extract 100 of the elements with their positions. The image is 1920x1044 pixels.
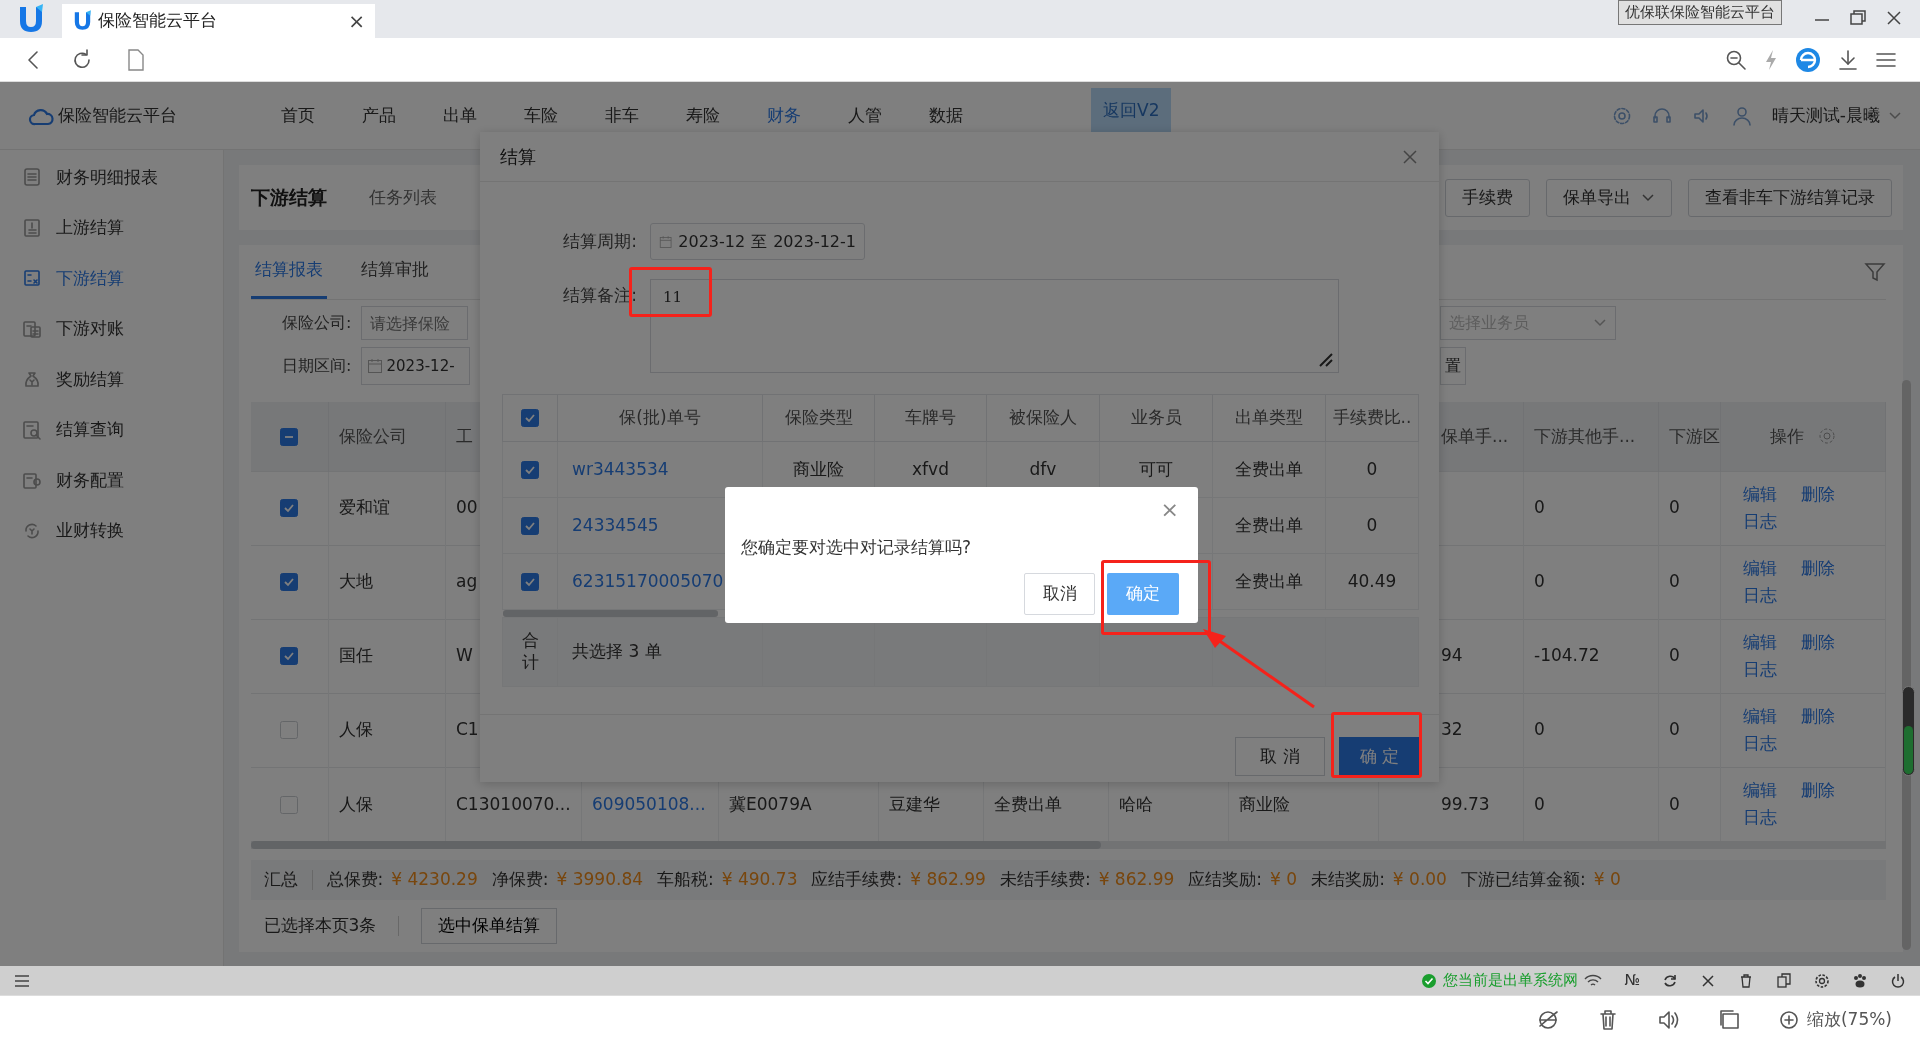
close-button[interactable]: ×: [1160, 499, 1179, 521]
nav-link[interactable]: 出单: [419, 102, 500, 129]
selection-count: 已选择本页3条: [263, 914, 377, 938]
trash-icon[interactable]: [1738, 972, 1754, 989]
close-icon[interactable]: [1700, 972, 1716, 989]
date-range-field[interactable]: 2023-12 至 2023-12-1: [650, 223, 865, 260]
checkbox[interactable]: [521, 409, 539, 428]
browser-mode-icon[interactable]: [1536, 1009, 1559, 1031]
sidebar-item[interactable]: 下游对账: [0, 303, 223, 354]
toolbar-button[interactable]: 保单导出: [1546, 178, 1672, 217]
restore-icon[interactable]: [1848, 8, 1868, 28]
scrollbar[interactable]: [502, 610, 718, 617]
checkbox[interactable]: [280, 427, 299, 446]
settle-selected-button[interactable]: 选中保单结算: [421, 908, 558, 944]
sidebar-item[interactable]: 上游结算: [0, 202, 223, 253]
toolbar-button[interactable]: 查看非车下游结算记录: [1688, 178, 1892, 217]
copy-icon[interactable]: [1776, 972, 1792, 989]
checkbox[interactable]: [280, 795, 299, 814]
date-range-field[interactable]: 2023-12-: [360, 347, 470, 385]
sidebar-item[interactable]: 财务配置: [0, 455, 223, 506]
nav-link[interactable]: 数据: [905, 102, 986, 129]
checkbox[interactable]: [280, 499, 299, 518]
nav-link[interactable]: 产品: [338, 102, 419, 129]
cancel-button[interactable]: 取 消: [1235, 737, 1325, 776]
sidebar-item[interactable]: 奖励结算: [0, 354, 223, 405]
checkbox[interactable]: [280, 721, 299, 740]
browser-logo-icon[interactable]: [1794, 45, 1822, 74]
sidebar-item[interactable]: 下游结算: [0, 253, 223, 304]
download-icon[interactable]: [1836, 47, 1860, 72]
edit-link[interactable]: 编辑: [1743, 554, 1777, 582]
edit-link[interactable]: 编辑: [1743, 480, 1777, 508]
log-link[interactable]: 日志: [1743, 656, 1777, 684]
ok-button[interactable]: 确定: [1107, 572, 1179, 615]
nav-link[interactable]: 寿险: [662, 102, 743, 129]
policy-link[interactable]: wr3443534: [572, 458, 669, 479]
log-link[interactable]: 日志: [1743, 508, 1777, 536]
delete-link[interactable]: 删除: [1801, 628, 1835, 656]
speaker-icon[interactable]: [1656, 1009, 1681, 1031]
table-cell: 0: [1669, 497, 1680, 518]
tab[interactable]: 结算报表: [250, 244, 327, 299]
log-link[interactable]: 日志: [1743, 804, 1777, 832]
summary-value: ¥ 0: [1270, 868, 1298, 892]
delete-link[interactable]: 删除: [1801, 702, 1835, 730]
paw-icon[interactable]: [1852, 972, 1868, 989]
nav-link[interactable]: 财务: [743, 102, 824, 129]
table-cell: 大地: [339, 571, 373, 592]
zoom-control[interactable]: 缩放(75%): [1778, 1007, 1892, 1033]
window-icon[interactable]: [1718, 1009, 1741, 1031]
cancel-button[interactable]: 取消: [1024, 572, 1095, 615]
summary-label: 总保费:: [326, 868, 384, 892]
user-icon[interactable]: [1731, 105, 1752, 126]
column-header: 保险公司: [339, 425, 407, 446]
checkbox[interactable]: [521, 460, 539, 479]
nav-link[interactable]: 首页: [257, 102, 338, 129]
log-link[interactable]: 日志: [1743, 730, 1777, 758]
delete-link[interactable]: 删除: [1801, 480, 1835, 508]
close-tab-button[interactable]: ×: [348, 11, 365, 31]
refresh-icon[interactable]: [1662, 972, 1678, 989]
toolbar-button[interactable]: 手续费: [1445, 178, 1530, 217]
tab[interactable]: 结算审批: [356, 244, 433, 299]
chevron-down-icon: [1888, 110, 1902, 121]
number-sign[interactable]: №: [1624, 969, 1640, 992]
table-cell: ag: [456, 571, 478, 592]
confirm-button[interactable]: 确 定: [1339, 737, 1420, 776]
menu-icon[interactable]: [14, 973, 30, 988]
delete-link[interactable]: 删除: [1801, 554, 1835, 582]
table-cell: 商业险: [1239, 793, 1290, 814]
delete-link[interactable]: 删除: [1801, 777, 1835, 805]
sidebar-item[interactable]: 财务明细报表: [0, 152, 223, 203]
reset-button[interactable]: 置: [1440, 347, 1466, 385]
edit-link[interactable]: 编辑: [1743, 628, 1777, 656]
company-select[interactable]: 请选择保险: [360, 306, 468, 340]
table-cell: 全费出单: [994, 793, 1062, 814]
nav-link[interactable]: 人管: [824, 102, 905, 129]
settings-icon[interactable]: [1814, 972, 1830, 989]
policy-link[interactable]: 24334545: [572, 514, 659, 535]
filter-icon[interactable]: [1864, 261, 1886, 283]
column-header: 手续费比..: [1332, 407, 1412, 428]
nav-link[interactable]: 非车: [581, 102, 662, 129]
sidebar-item[interactable]: 业财转换: [0, 505, 223, 556]
table-cell: 99.73: [1441, 793, 1490, 814]
checkbox[interactable]: [521, 516, 539, 535]
checkbox[interactable]: [521, 572, 539, 591]
policy-link[interactable]: 609050108...: [592, 793, 706, 814]
browser-tab[interactable]: 保险智能云平台 ×: [62, 4, 375, 38]
note-textarea[interactable]: 11: [650, 279, 1339, 373]
task-list-tab[interactable]: 任务列表: [368, 184, 437, 211]
checkbox[interactable]: [280, 647, 299, 666]
checkbox[interactable]: [280, 573, 299, 592]
user-menu[interactable]: 晴天测试-晨曦: [1771, 102, 1902, 129]
nav-link[interactable]: 车险: [500, 102, 581, 129]
log-link[interactable]: 日志: [1743, 582, 1777, 610]
edit-link[interactable]: 编辑: [1743, 702, 1777, 730]
edit-link[interactable]: 编辑: [1743, 777, 1777, 805]
power-icon[interactable]: [1890, 972, 1906, 989]
back-button[interactable]: 返回V2: [1091, 88, 1172, 134]
headset-icon[interactable]: [1651, 105, 1672, 126]
scrollbar[interactable]: [250, 841, 1101, 849]
sidebar-item[interactable]: 结算查询: [0, 404, 223, 455]
brand-name: 保险智能云平台: [58, 103, 177, 127]
